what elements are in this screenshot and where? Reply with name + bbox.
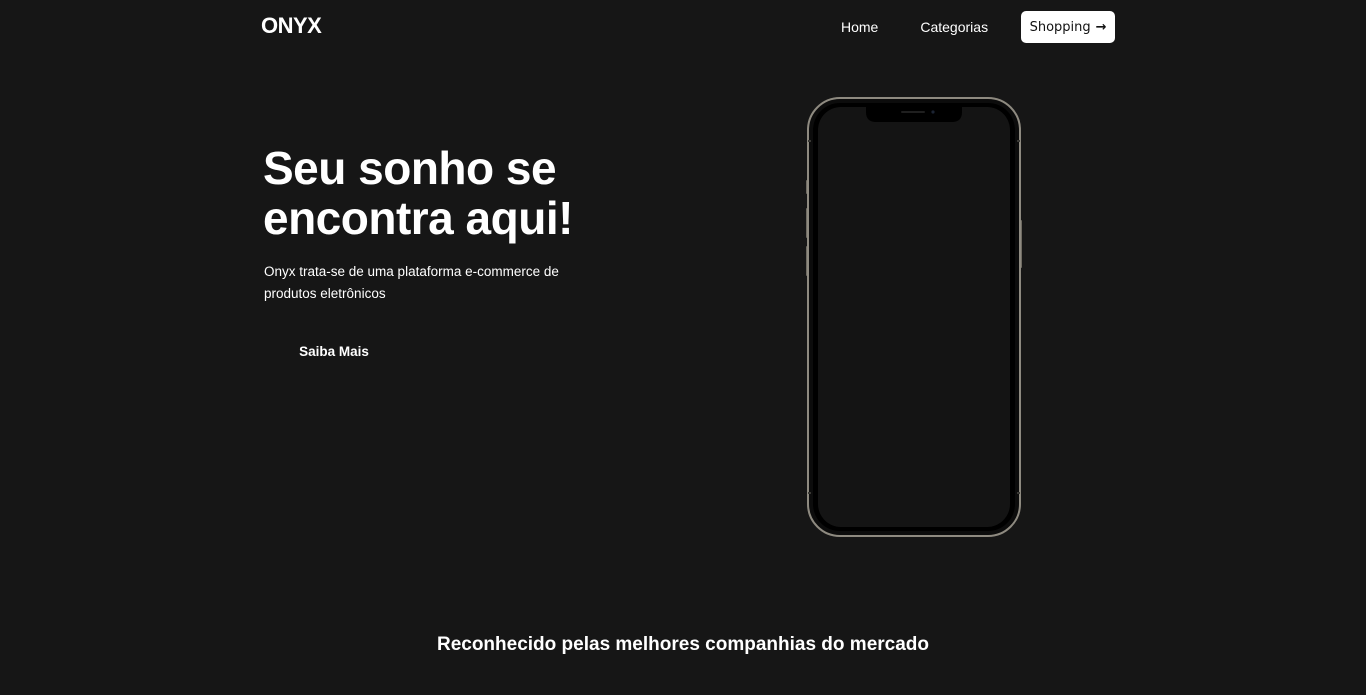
- hero-title: Seu sonho se encontra aqui!: [263, 142, 573, 244]
- shopping-button-label: Shopping: [1029, 19, 1091, 35]
- nav-home-link[interactable]: Home: [820, 11, 899, 43]
- nav-categories-link[interactable]: Categorias: [899, 11, 1009, 43]
- site-header: ONYX Home Categorias Shopping →: [0, 0, 1366, 56]
- hero-description: Onyx trata-se de uma plataforma e-commer…: [264, 264, 559, 301]
- logo[interactable]: ONYX: [261, 13, 322, 39]
- smartphone-image: [806, 96, 1022, 538]
- saiba-mais-button[interactable]: Saiba Mais: [264, 334, 404, 368]
- shopping-button[interactable]: Shopping →: [1021, 11, 1116, 43]
- main-nav: Home Categorias Shopping →: [820, 11, 1116, 43]
- partners-title: Reconhecido pelas melhores companhias do…: [436, 634, 930, 655]
- arrow-right-icon: →: [1095, 19, 1107, 35]
